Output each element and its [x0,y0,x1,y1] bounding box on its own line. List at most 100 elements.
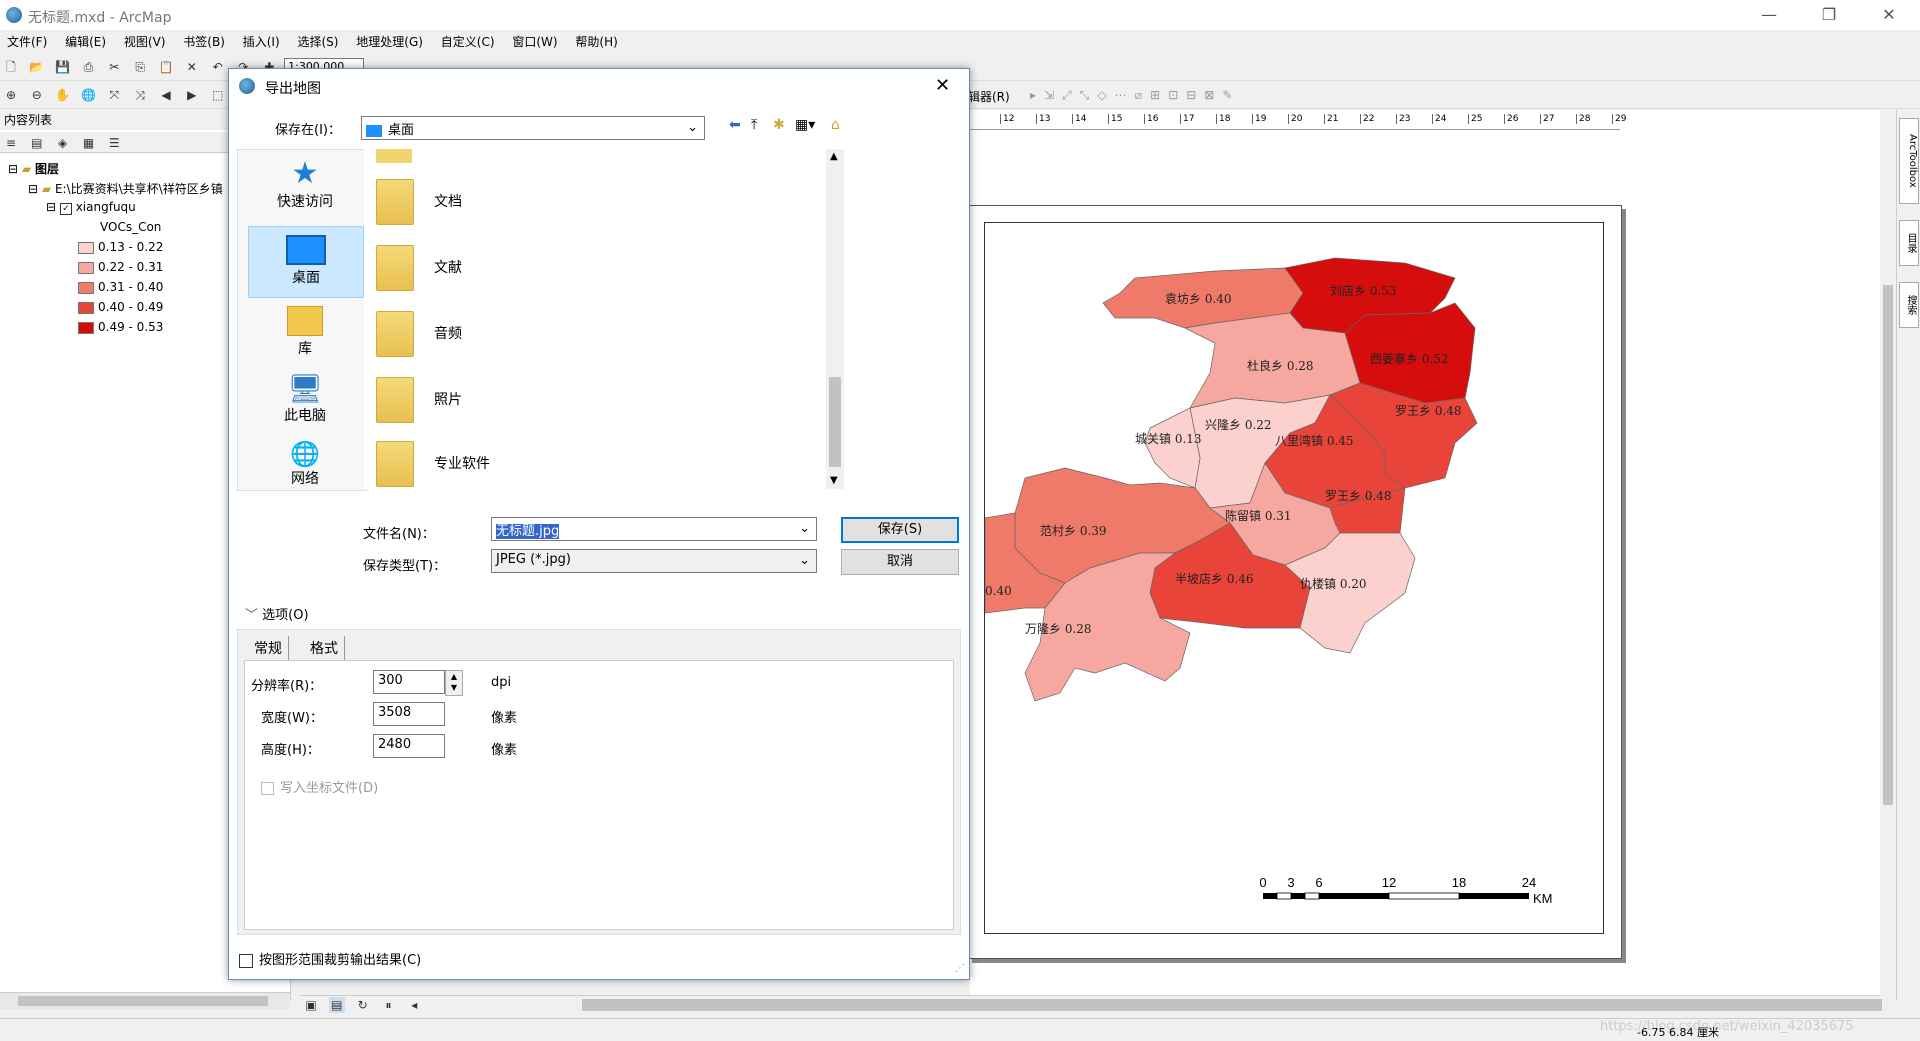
close-icon[interactable]: ✕ [935,75,950,96]
menu-edit[interactable]: 编辑(E) [58,30,113,53]
path-node[interactable]: ⊟ ▰ E:\比赛资料\共享杯\祥符区乡镇 [28,180,223,197]
scroll-thumb[interactable] [1883,285,1893,805]
list-item[interactable]: 文献 [364,237,814,297]
layout-vertical-scrollbar[interactable] [1880,110,1896,990]
pause-icon[interactable]: ⏸ [380,997,396,1013]
scroll-thumb[interactable] [582,999,1882,1011]
new-icon[interactable]: 🗋 [3,59,19,75]
menu-geoprocessing[interactable]: 地理处理(G) [349,30,430,53]
data-view-icon[interactable]: ▣ [303,997,319,1013]
list-by-source-icon[interactable]: ▤ [29,135,45,151]
list-item[interactable]: 音频 [364,303,814,363]
up-folder-icon[interactable]: ⤒ [751,117,757,133]
place-library[interactable]: 库 [248,300,362,370]
paste-icon[interactable]: 📋 [158,59,174,75]
layers-node[interactable]: ⊟ ▰ 图层 [8,160,59,177]
refresh-icon[interactable]: ↻ [355,997,371,1013]
list-item[interactable]: 专业软件 [364,433,814,493]
clip-checkbox[interactable]: 按图形范围裁剪输出结果(C) [239,949,421,968]
list-by-visibility-icon[interactable]: ◈ [55,135,71,151]
home-icon[interactable]: ⌂ [831,117,840,133]
chevron-down-icon: ⌄ [799,553,810,568]
filename-input[interactable]: 无标题.jpg ⌄ [491,517,817,541]
scroll-left-icon[interactable]: ◂ [406,997,422,1013]
print-icon[interactable]: ⎙ [80,59,96,75]
tab-format[interactable]: 格式 [304,636,345,660]
layout-view-icon[interactable]: ▤ [328,997,345,1013]
menu-insert[interactable]: 插入(I) [236,30,287,53]
width-input[interactable]: 3508 [373,702,445,726]
save-icon[interactable]: 💾 [55,59,71,75]
full-extent-icon[interactable]: 🌐 [80,87,96,103]
menu-selection[interactable]: 选择(S) [290,30,345,53]
filetype-dropdown[interactable]: JPEG (*.jpg) ⌄ [491,549,817,573]
zoom-out-icon[interactable]: ⊖ [29,87,45,103]
place-quick-access[interactable]: ★ 快速访问 [248,156,362,226]
place-network[interactable]: 🌐 网络 [248,440,362,490]
options-toggle[interactable]: ﹀ 选项(O) [245,604,309,623]
menu-view[interactable]: 视图(V) [117,30,173,53]
right-dock-panel: ArcToolbox 目录 搜索 [1896,110,1920,1000]
resolution-input[interactable]: 300 [373,670,445,694]
scroll-up-icon[interactable]: ▲ [830,151,838,162]
arctoolbox-tab[interactable]: ArcToolbox [1899,118,1919,204]
file-list-scrollbar[interactable]: ▲ ▼ [826,149,844,489]
editor-menu[interactable]: 辑器(R) [968,88,1010,105]
scroll-thumb[interactable] [829,377,841,467]
resize-grip-icon[interactable]: ⋰ [955,963,965,974]
menu-customize[interactable]: 自定义(C) [434,30,502,53]
scroll-thumb[interactable] [18,996,268,1006]
cut-icon[interactable]: ✂ [106,59,122,75]
close-window-button[interactable]: ✕ [1866,0,1912,30]
tab-general[interactable]: 常规 [248,636,289,660]
view-menu-icon[interactable]: ▦▾ [795,117,815,133]
cancel-button[interactable]: 取消 [841,549,959,575]
list-by-selection-icon[interactable]: ▦ [80,135,96,151]
back-icon[interactable]: ◀ [158,87,174,103]
zoom-in-icon[interactable]: ⊕ [3,87,19,103]
ruler-tick: 14 [1072,114,1086,124]
menu-bookmarks[interactable]: 书签(B) [176,30,232,53]
new-folder-icon[interactable]: ✱ [773,117,785,133]
save-button[interactable]: 保存(S) [841,517,959,543]
undo-icon[interactable]: ↶ [210,59,226,75]
back-icon[interactable]: ⬅ [729,117,741,133]
height-input[interactable]: 2480 [373,734,445,758]
catalog-tab[interactable]: 目录 [1899,220,1919,266]
chevron-down-icon: ⌄ [799,521,810,536]
select-features-icon[interactable]: ⬚ [210,87,226,103]
export-map-dialog: 导出地图 ✕ 保存在(I)： 桌面 ⌄ ⬅ ⤒ ✱ ▦▾ ⌂ ★ 快速访问 桌面… [228,68,970,980]
town-polygon-chengguan[interactable] [1144,407,1201,489]
list-item[interactable]: 照片 [364,369,814,429]
folder-icon: ▰ [41,182,52,196]
resolution-stepper[interactable]: ▲ ▼ [445,670,463,696]
menu-help[interactable]: 帮助(H) [568,30,624,53]
copy-icon[interactable]: ⎘ [132,59,148,75]
toc-options-icon[interactable]: ☰ [106,135,122,151]
place-this-pc[interactable]: 🖥 此电脑 [248,372,362,442]
forward-icon[interactable]: ▶ [184,87,200,103]
place-desktop[interactable]: 桌面 [248,226,364,298]
maximize-button[interactable]: ❐ [1806,0,1852,30]
fixed-zoom-out-icon[interactable]: ⤨ [132,87,148,103]
toc-horizontal-scrollbar[interactable] [0,992,290,1009]
delete-icon[interactable]: ✕ [184,59,200,75]
menu-window[interactable]: 窗口(W) [505,30,564,53]
layer-node[interactable]: ⊟ ✓ xiangfuqu [46,200,136,215]
save-in-dropdown[interactable]: 桌面 ⌄ [361,116,705,140]
checkbox-box [239,953,253,968]
menu-file[interactable]: 文件(F) [0,30,54,53]
town-label: 罗王乡 0.48 [1395,404,1462,418]
scroll-down-icon[interactable]: ▼ [830,475,838,486]
world-file-label: 写入坐标文件(D) [280,781,379,796]
fixed-zoom-in-icon[interactable]: ⤧ [106,87,122,103]
open-icon[interactable]: 📂 [29,59,45,75]
search-tab[interactable]: 搜索 [1899,282,1919,328]
world-file-checkbox[interactable]: 写入坐标文件(D) [261,777,378,796]
layer-visibility-checkbox[interactable]: ✓ [59,203,72,215]
pan-icon[interactable]: ✋ [55,87,71,103]
list-item[interactable]: 文档 [364,171,814,231]
minimize-button[interactable]: — [1746,0,1792,30]
data-frame[interactable]: 袁坊乡 0.40 刘店乡 0.53 杜良乡 0.28 西姜寨乡 0.52 罗王乡… [984,222,1604,934]
list-by-drawing-order-icon[interactable]: ≡ [3,135,19,151]
